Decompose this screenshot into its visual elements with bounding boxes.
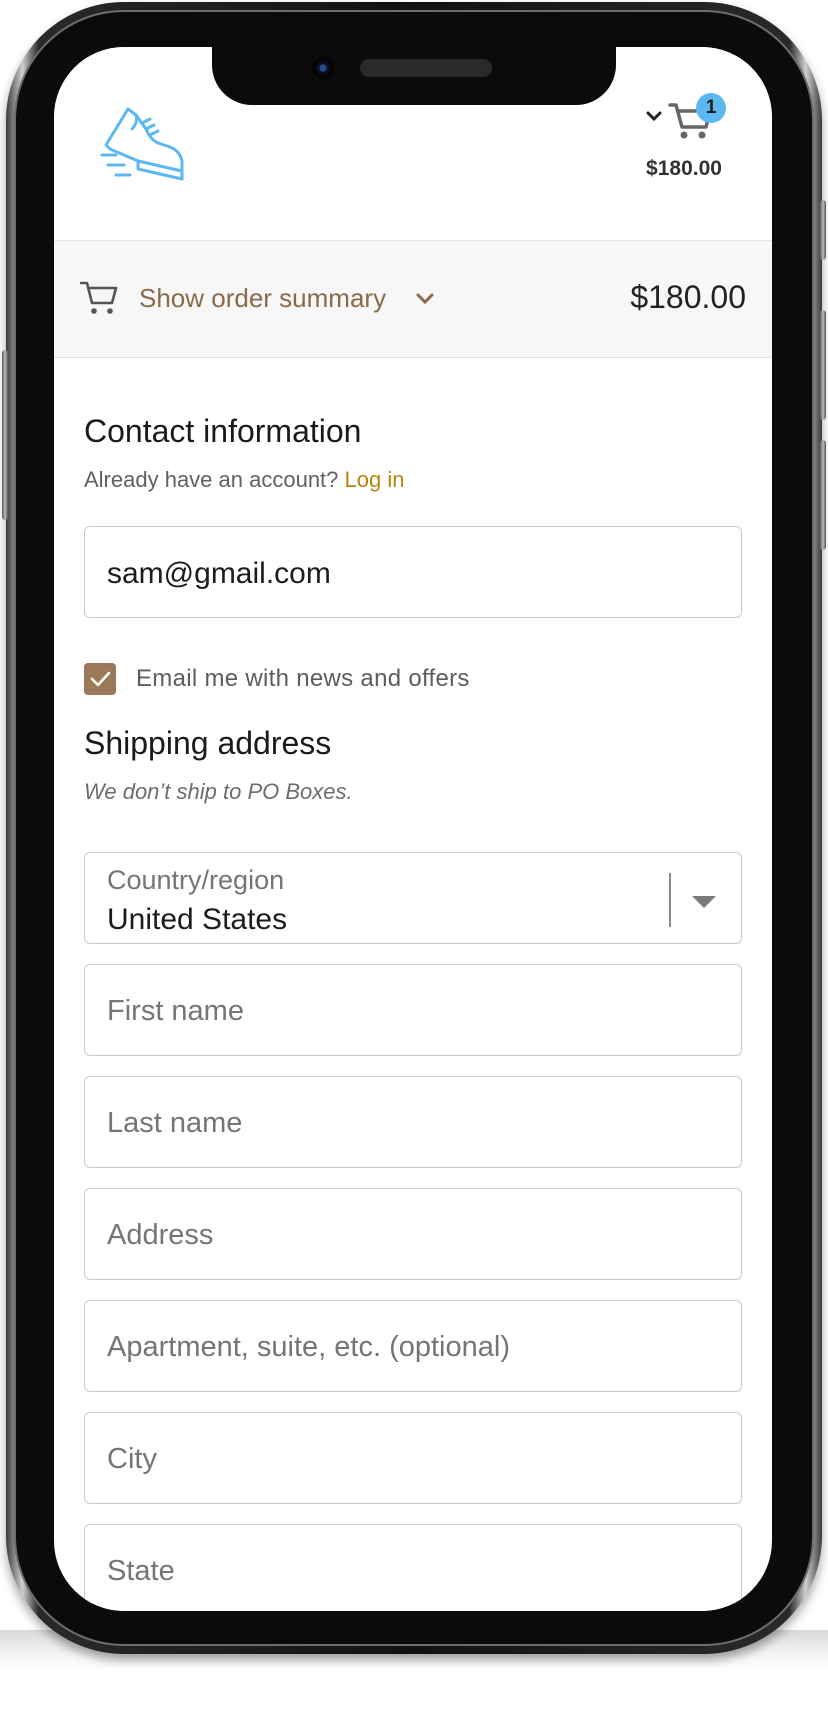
side-button-right-2 bbox=[820, 310, 826, 420]
email-value: sam@gmail.com bbox=[107, 557, 331, 590]
chevron-down-icon[interactable] bbox=[646, 111, 662, 123]
email-field[interactable]: sam@gmail.com bbox=[84, 526, 742, 618]
state-placeholder: State bbox=[107, 1555, 175, 1587]
apartment-field[interactable]: Apartment, suite, etc. (optional) bbox=[84, 1300, 742, 1392]
chevron-down-icon[interactable] bbox=[416, 293, 434, 305]
notch bbox=[212, 47, 616, 105]
front-camera bbox=[312, 57, 334, 79]
city-placeholder: City bbox=[107, 1443, 157, 1475]
first-name-field[interactable]: First name bbox=[84, 964, 742, 1056]
account-prompt: Already have an account? Log in bbox=[84, 467, 404, 493]
shipping-heading: Shipping address bbox=[84, 725, 332, 761]
newsletter-label[interactable]: Email me with news and offers bbox=[136, 665, 470, 693]
account-prompt-text: Already have an account? bbox=[84, 467, 339, 492]
shipping-note: We don’t ship to PO Boxes. bbox=[84, 779, 353, 804]
checkmark-icon bbox=[90, 671, 111, 687]
state-field[interactable]: State bbox=[84, 1524, 742, 1611]
header-cart[interactable]: 1 $180.00 bbox=[646, 93, 746, 183]
city-field[interactable]: City bbox=[84, 1412, 742, 1504]
cart-count-badge: 1 bbox=[696, 93, 726, 123]
mockup-stage: 1 $180.00 Show order summary $180.00 Con… bbox=[0, 0, 828, 1718]
country-select[interactable]: Country/region United States bbox=[84, 852, 742, 944]
show-order-summary-toggle[interactable]: Show order summary bbox=[139, 283, 386, 314]
address-placeholder: Address bbox=[107, 1219, 214, 1251]
dropdown-arrow-icon[interactable] bbox=[691, 895, 717, 909]
country-label: Country/region bbox=[107, 865, 285, 895]
last-name-field[interactable]: Last name bbox=[84, 1076, 742, 1168]
newsletter-checkbox[interactable] bbox=[84, 663, 116, 695]
side-button-right-1 bbox=[820, 200, 826, 260]
running-shoe-icon[interactable] bbox=[100, 105, 188, 185]
country-value: United States bbox=[107, 903, 288, 936]
last-name-placeholder: Last name bbox=[107, 1107, 243, 1139]
apartment-placeholder: Apartment, suite, etc. (optional) bbox=[107, 1331, 510, 1363]
select-divider bbox=[669, 873, 671, 927]
cart-icon bbox=[80, 281, 118, 314]
address-field[interactable]: Address bbox=[84, 1188, 742, 1280]
order-summary-total: $180.00 bbox=[630, 279, 746, 315]
side-button-right-3 bbox=[820, 440, 826, 550]
login-link[interactable]: Log in bbox=[345, 467, 405, 492]
order-summary-bar[interactable]: Show order summary $180.00 bbox=[54, 241, 772, 358]
side-button-left bbox=[2, 350, 8, 520]
header-cart-total: $180.00 bbox=[646, 157, 722, 180]
contact-heading: Contact information bbox=[84, 413, 362, 449]
phone-screen: 1 $180.00 Show order summary $180.00 Con… bbox=[54, 47, 772, 1611]
earpiece-speaker bbox=[360, 59, 492, 77]
first-name-placeholder: First name bbox=[107, 995, 244, 1027]
